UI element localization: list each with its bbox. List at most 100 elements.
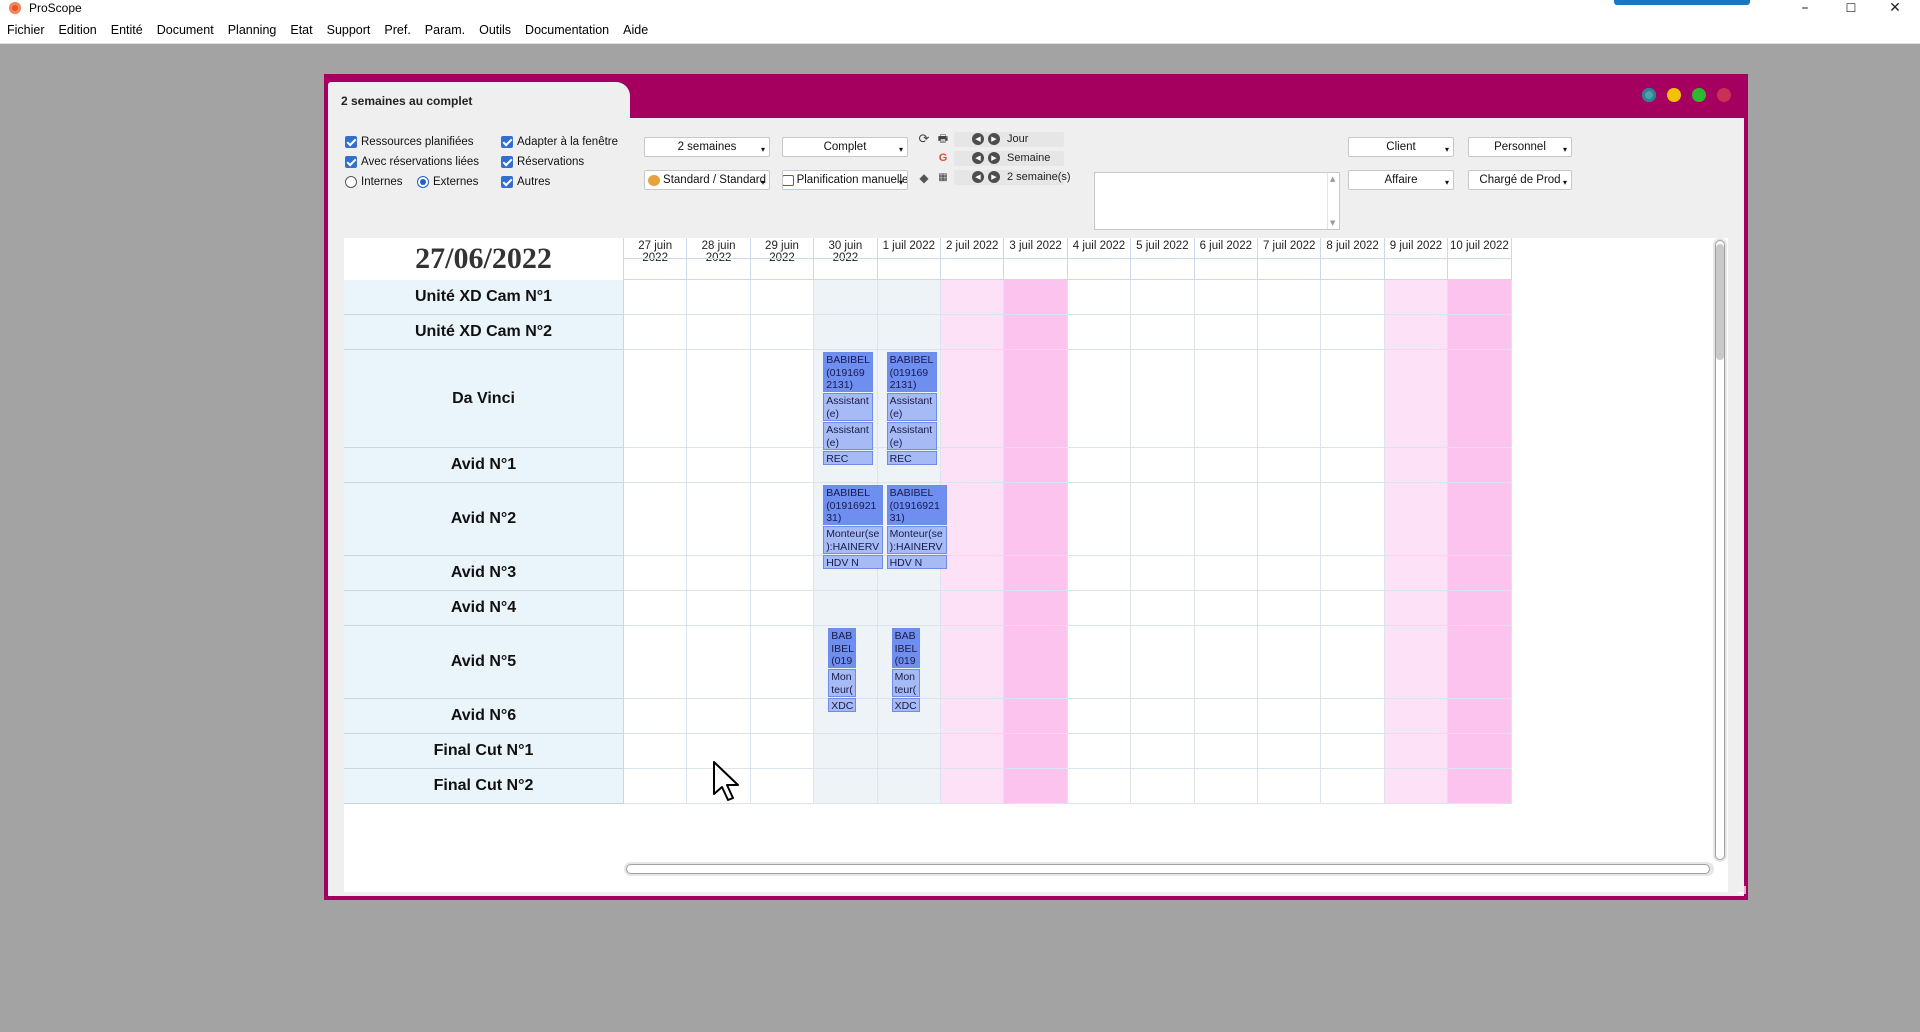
schedule-cell[interactable] bbox=[1194, 350, 1258, 448]
schedule-cell[interactable] bbox=[1131, 483, 1195, 556]
prev-week-icon[interactable]: ◀ bbox=[972, 152, 984, 164]
modele-dropdown[interactable]: Standard / Standard ▾ bbox=[644, 170, 770, 190]
schedule-cell[interactable] bbox=[941, 699, 1005, 734]
prev-day-icon[interactable]: ◀ bbox=[972, 133, 984, 145]
schedule-cell[interactable] bbox=[1384, 448, 1449, 483]
schedule-cell[interactable] bbox=[1131, 280, 1195, 315]
schedule-cell[interactable] bbox=[750, 591, 815, 626]
schedule-cell[interactable] bbox=[1258, 315, 1322, 350]
schedule-cell[interactable] bbox=[1131, 350, 1195, 448]
day-header[interactable]: 10 juil 2022 bbox=[1448, 238, 1512, 280]
schedule-cell[interactable] bbox=[1258, 626, 1322, 699]
day-header[interactable]: 8 juil 2022 bbox=[1321, 238, 1385, 280]
schedule-cell[interactable] bbox=[1004, 626, 1068, 699]
menu-param[interactable]: Param. bbox=[425, 23, 465, 37]
menu-document[interactable]: Document bbox=[157, 23, 214, 37]
booking-block[interactable]: BABIBEL (01916921 31) bbox=[886, 485, 947, 525]
schedule-cell[interactable] bbox=[1194, 769, 1258, 804]
schedule-cell[interactable] bbox=[877, 280, 941, 315]
schedule-cell[interactable] bbox=[941, 626, 1005, 699]
schedule-cell[interactable] bbox=[1067, 350, 1132, 448]
schedule-cell[interactable] bbox=[1448, 315, 1512, 350]
schedule-cell[interactable] bbox=[1004, 591, 1068, 626]
schedule-cell[interactable] bbox=[941, 350, 1005, 448]
document-tab[interactable]: 2 semaines au complet bbox=[328, 82, 630, 122]
schedule-cell[interactable] bbox=[1448, 280, 1512, 315]
resource-avid-n-2[interactable]: Avid N°2 bbox=[344, 483, 624, 556]
schedule-cell[interactable] bbox=[941, 448, 1005, 483]
day-header[interactable]: 5 juil 2022 bbox=[1131, 238, 1195, 280]
resource-unite-xd-cam-n-1[interactable]: Unité XD Cam N°1 bbox=[344, 280, 624, 315]
menu-support[interactable]: Support bbox=[327, 23, 371, 37]
day-header[interactable]: 28 juin 2022 bbox=[687, 238, 751, 280]
schedule-cell[interactable] bbox=[624, 483, 688, 556]
schedule-cell[interactable] bbox=[624, 626, 688, 699]
menu-planning[interactable]: Planning bbox=[228, 23, 277, 37]
schedule-cell[interactable] bbox=[750, 280, 815, 315]
schedule-cell[interactable] bbox=[1004, 734, 1068, 769]
schedule-cell[interactable] bbox=[624, 769, 688, 804]
resource-avid-n-6[interactable]: Avid N°6 bbox=[344, 699, 624, 734]
schedule-cell[interactable] bbox=[1321, 483, 1385, 556]
schedule-cell[interactable] bbox=[814, 734, 878, 769]
client-dropdown[interactable]: Client ▾ bbox=[1348, 137, 1454, 157]
schedule-cell[interactable] bbox=[1194, 591, 1258, 626]
booking-block[interactable]: Assistant (e) bbox=[823, 422, 874, 450]
schedule-cell[interactable] bbox=[1131, 699, 1195, 734]
affichage-dropdown[interactable]: Complet ▾ bbox=[782, 137, 908, 157]
schedule-cell[interactable] bbox=[1321, 315, 1385, 350]
schedule-cell[interactable] bbox=[624, 350, 688, 448]
schedule-cell[interactable] bbox=[1067, 315, 1132, 350]
booking-block[interactable]: Mon teur( bbox=[891, 669, 920, 697]
next-week-icon[interactable]: ▶ bbox=[988, 152, 1000, 164]
schedule-cell[interactable] bbox=[877, 315, 941, 350]
close-dot-icon[interactable] bbox=[1717, 88, 1731, 102]
resource-avid-n-5[interactable]: Avid N°5 bbox=[344, 626, 624, 699]
schedule-cell[interactable] bbox=[750, 734, 815, 769]
schedule-cell[interactable] bbox=[1258, 591, 1322, 626]
resource-avid-n-4[interactable]: Avid N°4 bbox=[344, 591, 624, 626]
booking-block[interactable]: Assistant (e) bbox=[886, 393, 937, 421]
resource-avid-n-1[interactable]: Avid N°1 bbox=[344, 448, 624, 483]
booking-block[interactable]: Assistant (e) bbox=[823, 393, 874, 421]
schedule-cell[interactable] bbox=[750, 699, 815, 734]
resize-grip-icon[interactable] bbox=[1738, 886, 1746, 894]
menu-aide[interactable]: Aide bbox=[623, 23, 648, 37]
schedule-cell[interactable] bbox=[814, 591, 878, 626]
next-period-icon[interactable]: ▶ bbox=[988, 171, 1000, 183]
personnel-dropdown[interactable]: Personnel ▾ bbox=[1468, 137, 1572, 157]
resource-final-cut-n-2[interactable]: Final Cut N°2 bbox=[344, 769, 624, 804]
schedule-cell[interactable] bbox=[1004, 280, 1068, 315]
checkbox-ressources-planifiees[interactable]: Ressources planifiées bbox=[345, 136, 474, 148]
schedule-cell[interactable] bbox=[1321, 591, 1385, 626]
schedule-cell[interactable] bbox=[1321, 556, 1385, 591]
booking-block[interactable]: REC bbox=[823, 451, 874, 465]
day-header[interactable]: 6 juil 2022 bbox=[1194, 238, 1258, 280]
schedule-cell[interactable] bbox=[1004, 699, 1068, 734]
resource-da-vinci[interactable]: Da Vinci bbox=[344, 350, 624, 448]
schedule-cell[interactable] bbox=[1384, 734, 1449, 769]
schedule-cell[interactable] bbox=[1448, 769, 1512, 804]
scroll-up-icon[interactable]: ▲ bbox=[1330, 175, 1335, 183]
schedule-cell[interactable] bbox=[1321, 734, 1385, 769]
prev-period-icon[interactable]: ◀ bbox=[972, 171, 984, 183]
menu-documentation[interactable]: Documentation bbox=[525, 23, 609, 37]
schedule-cell[interactable] bbox=[687, 591, 751, 626]
schedule-cell[interactable] bbox=[624, 315, 688, 350]
radio-externes[interactable]: Externes bbox=[417, 176, 478, 188]
schedule-cell[interactable] bbox=[1067, 734, 1132, 769]
schedule-cell[interactable] bbox=[1448, 734, 1512, 769]
schedule-cell[interactable] bbox=[1384, 350, 1449, 448]
schedule-cell[interactable] bbox=[1258, 556, 1322, 591]
schedule-cell[interactable] bbox=[1194, 448, 1258, 483]
print-icon[interactable]: 🖶 bbox=[936, 132, 950, 146]
schedule-cell[interactable] bbox=[1258, 448, 1322, 483]
schedule-cell[interactable] bbox=[941, 315, 1005, 350]
schedule-cell[interactable] bbox=[1258, 699, 1322, 734]
schedule-cell[interactable] bbox=[687, 483, 751, 556]
schedule-cell[interactable] bbox=[687, 350, 751, 448]
schedule-cell[interactable] bbox=[687, 448, 751, 483]
restore-dot-icon[interactable] bbox=[1642, 88, 1656, 102]
next-day-icon[interactable]: ▶ bbox=[988, 133, 1000, 145]
schedule-cell[interactable] bbox=[624, 280, 688, 315]
